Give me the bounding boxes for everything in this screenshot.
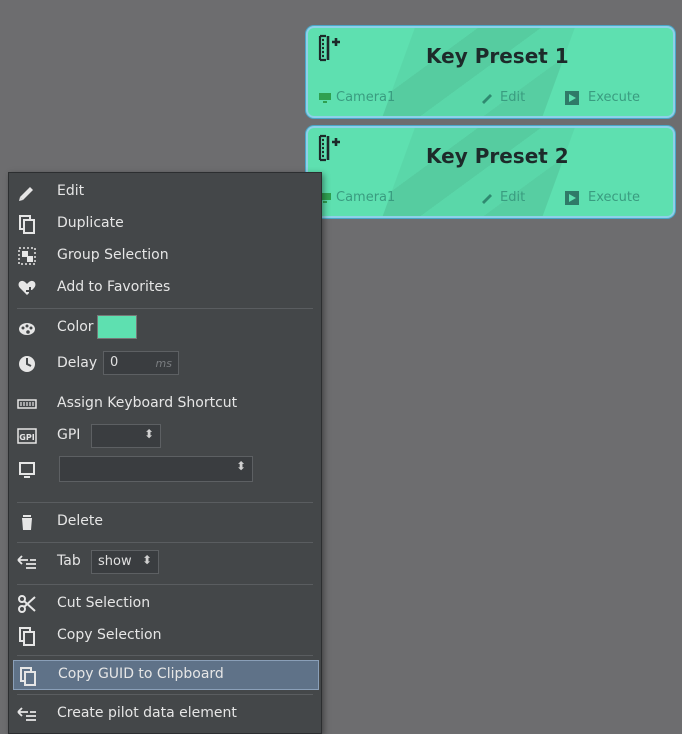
scissors-icon <box>18 595 36 613</box>
pencil-icon[interactable] <box>480 92 494 104</box>
menu-item-cut-selection[interactable]: Cut Selection <box>9 589 319 619</box>
menu-item-copy-guid[interactable]: Copy GUID to Clipboard <box>13 660 319 690</box>
menu-label: Cut Selection <box>57 595 151 611</box>
delay-unit: ms <box>155 357 172 370</box>
menu-item-gpi: GPI GPI ⬍ <box>9 421 319 451</box>
preset-edit-button[interactable]: Edit <box>500 190 525 205</box>
tab-arrow-icon <box>17 707 36 721</box>
copy-icon <box>19 627 35 646</box>
keyboard-icon <box>17 399 37 409</box>
key-preset-card-1[interactable]: Key Preset 1 Camera1 Edit Execute <box>306 26 675 118</box>
preset-action-bar: Camera1 Edit Execute <box>318 188 663 208</box>
preset-camera-label[interactable]: Camera1 <box>336 90 395 105</box>
menu-divider <box>17 542 313 543</box>
duplicate-icon <box>19 215 35 234</box>
menu-divider <box>17 694 313 695</box>
menu-label: Duplicate <box>57 215 124 231</box>
execute-icon[interactable] <box>564 190 580 206</box>
menu-item-delay: Delay 0 ms <box>9 349 319 379</box>
heart-plus-icon <box>18 280 36 295</box>
tab-select[interactable]: show ⬍ <box>91 550 159 574</box>
menu-item-add-to-favorites[interactable]: Add to Favorites <box>9 273 319 303</box>
context-menu: Edit Duplicate Group Selection Add to Fa… <box>8 172 322 734</box>
screen-icon <box>19 462 35 478</box>
menu-item-screen: ⬍ <box>9 455 319 485</box>
gpi-select[interactable]: ⬍ <box>91 424 161 448</box>
menu-label: Copy Selection <box>57 627 162 643</box>
preset-execute-button[interactable]: Execute <box>588 90 640 105</box>
execute-icon[interactable] <box>564 90 580 106</box>
gpi-icon: GPI <box>17 428 37 444</box>
key-preset-card-2[interactable]: Key Preset 2 Camera1 Edit Execute <box>306 126 675 218</box>
palette-icon <box>19 323 35 335</box>
updown-arrow-icon: ⬍ <box>141 553 152 567</box>
tab-select-value: show <box>98 554 132 569</box>
menu-item-assign-shortcut[interactable]: Assign Keyboard Shortcut <box>9 389 319 419</box>
menu-label: Add to Favorites <box>57 279 171 295</box>
menu-label: Group Selection <box>57 247 169 263</box>
preset-title: Key Preset 2 <box>426 144 569 168</box>
delay-input[interactable]: 0 ms <box>103 351 179 375</box>
preset-edit-button[interactable]: Edit <box>500 90 525 105</box>
menu-item-copy-selection[interactable]: Copy Selection <box>9 621 319 651</box>
menu-label: Tab <box>57 553 81 569</box>
svg-text:GPI: GPI <box>19 433 34 442</box>
preset-execute-button[interactable]: Execute <box>588 190 640 205</box>
preset-camera-label[interactable]: Camera1 <box>336 190 395 205</box>
menu-item-color[interactable]: Color <box>9 313 319 343</box>
menu-divider <box>17 308 313 309</box>
pencil-icon[interactable] <box>480 192 494 204</box>
updown-arrow-icon: ⬍ <box>235 459 246 473</box>
preset-title: Key Preset 1 <box>426 44 569 68</box>
menu-label: GPI <box>57 427 81 443</box>
group-selection-icon <box>18 247 36 265</box>
copy-icon <box>20 667 36 686</box>
menu-divider <box>17 655 313 656</box>
menu-item-create-pilot-element[interactable]: Create pilot data element <box>9 699 319 729</box>
pencil-icon <box>19 187 33 201</box>
key-preset-icon <box>318 134 340 162</box>
menu-item-group-selection[interactable]: Group Selection <box>9 241 319 271</box>
menu-item-delete[interactable]: Delete <box>9 507 319 537</box>
trash-icon <box>22 515 32 530</box>
menu-label: Delay <box>57 355 98 371</box>
clock-icon <box>19 356 35 372</box>
menu-divider <box>17 502 313 503</box>
menu-item-tab: Tab show ⬍ <box>9 547 319 577</box>
color-swatch[interactable] <box>97 315 137 339</box>
menu-label: Assign Keyboard Shortcut <box>57 395 238 411</box>
menu-label: Color <box>57 319 94 335</box>
menu-label: Create pilot data element <box>57 705 237 721</box>
delay-value: 0 <box>110 355 119 370</box>
menu-item-duplicate[interactable]: Duplicate <box>9 209 319 239</box>
screen-select[interactable]: ⬍ <box>59 456 253 482</box>
menu-divider <box>17 584 313 585</box>
tab-arrow-icon <box>17 555 36 569</box>
menu-item-edit[interactable]: Edit <box>9 177 319 207</box>
menu-label: Delete <box>57 513 103 529</box>
key-preset-icon <box>318 34 340 62</box>
menu-label: Edit <box>57 183 85 199</box>
monitor-icon <box>319 93 331 103</box>
menu-label: Copy GUID to Clipboard <box>58 666 224 682</box>
updown-arrow-icon: ⬍ <box>143 427 154 441</box>
preset-action-bar: Camera1 Edit Execute <box>318 88 663 108</box>
